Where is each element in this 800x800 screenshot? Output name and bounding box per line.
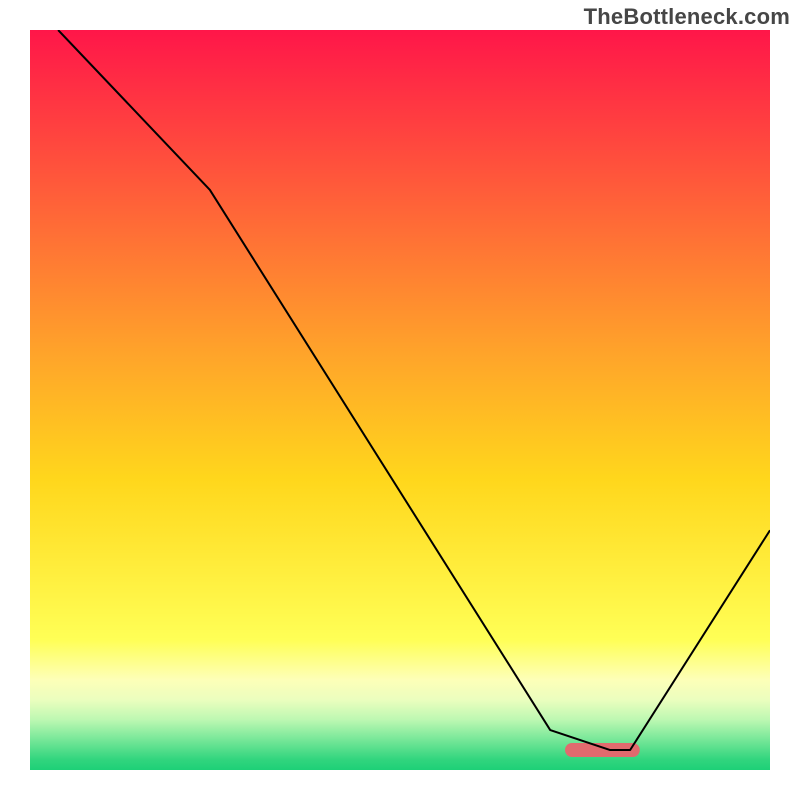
gradient-background bbox=[30, 30, 770, 770]
chart-stage: TheBottleneck.com bbox=[0, 0, 800, 800]
chart-plot bbox=[30, 30, 770, 770]
chart-svg bbox=[30, 30, 770, 770]
attribution-label: TheBottleneck.com bbox=[584, 4, 790, 30]
